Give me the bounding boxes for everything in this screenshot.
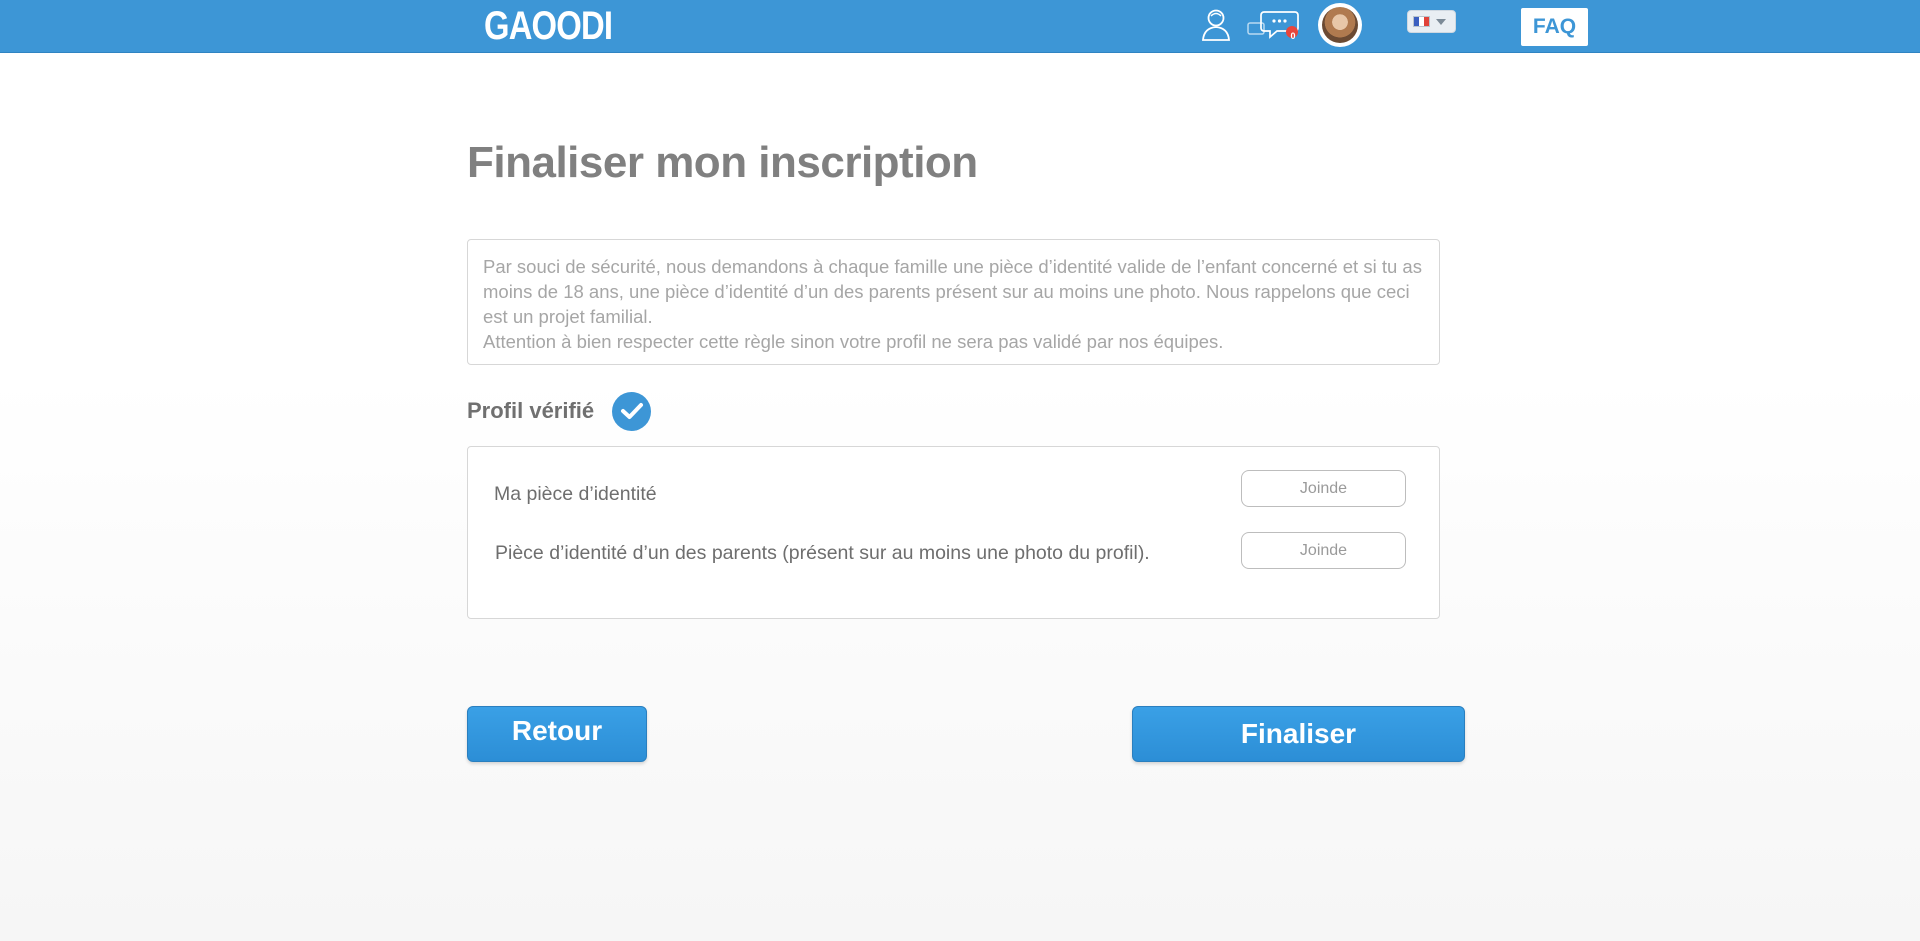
verified-label: Profil vérifié: [467, 398, 595, 423]
attach-parent-id-button[interactable]: Joinde: [1241, 532, 1406, 569]
identity-notice: Par souci de sécurité, nous demandons à …: [467, 239, 1440, 365]
messages-icon[interactable]: 0: [1245, 6, 1303, 44]
verified-status: Profil vérifié: [467, 391, 652, 431]
chevron-down-icon: [1436, 18, 1446, 25]
top-navigation-bar: GAOODI 0 FAQ: [0, 0, 1920, 53]
faq-button[interactable]: FAQ: [1521, 8, 1588, 46]
flag-fr-icon: [1413, 16, 1430, 27]
document-label-parent-id: Pièce d’identité d’un des parents (prése…: [495, 542, 1150, 564]
messages-badge: 0: [1290, 31, 1296, 41]
back-button[interactable]: Retour: [467, 706, 647, 762]
attach-id-button[interactable]: Joinde: [1241, 470, 1406, 507]
documents-panel: Ma pièce d’identité Joinde Pièce d’ident…: [467, 446, 1440, 619]
check-icon: [612, 391, 652, 431]
page-title: Finaliser mon inscription: [467, 138, 978, 187]
finalize-button[interactable]: Finaliser: [1132, 706, 1465, 762]
avatar[interactable]: [1318, 3, 1362, 47]
notice-warning: Attention à bien respecter cette règle s…: [483, 331, 1224, 352]
user-icon[interactable]: [1198, 5, 1234, 43]
document-label-id: Ma pièce d’identité: [494, 483, 657, 505]
logo[interactable]: GAOODI: [484, 2, 613, 50]
language-select[interactable]: [1407, 10, 1456, 33]
avatar-image: [1322, 7, 1358, 43]
notice-text: Par souci de sécurité, nous demandons à …: [483, 256, 1422, 327]
